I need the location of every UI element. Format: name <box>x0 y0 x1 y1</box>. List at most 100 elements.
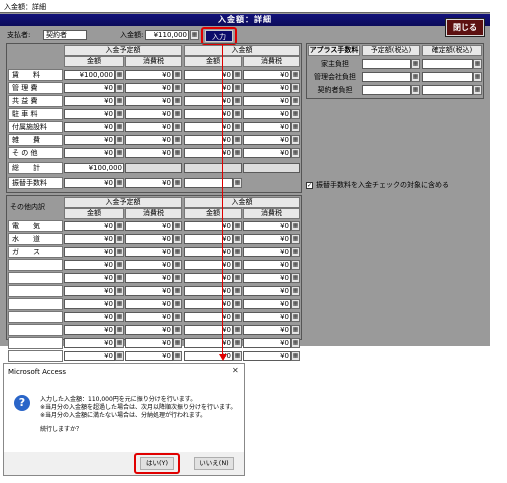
calculator-icon[interactable]: ▦ <box>291 70 300 80</box>
value-field[interactable]: ¥0 <box>125 286 173 296</box>
value-field[interactable]: ¥0 <box>64 83 115 93</box>
calculator-icon[interactable]: ▦ <box>291 286 300 296</box>
calculator-icon[interactable]: ▦ <box>115 70 124 80</box>
value-field[interactable]: ¥0 <box>125 96 173 106</box>
value-field[interactable]: ¥0 <box>64 122 115 132</box>
transfer-fee-tax[interactable]: ¥0 <box>125 178 173 188</box>
value-field[interactable]: ¥0 <box>125 70 173 80</box>
calculator-icon[interactable]: ▦ <box>115 221 124 231</box>
value-field[interactable]: ¥0 <box>184 260 233 270</box>
value-field[interactable]: ¥0 <box>125 299 173 309</box>
calculator-icon[interactable]: ▦ <box>115 109 124 119</box>
calculator-icon[interactable]: ▦ <box>473 72 482 82</box>
calculator-icon[interactable]: ▦ <box>115 135 124 145</box>
value-field[interactable]: ¥0 <box>184 247 233 257</box>
calculator-icon[interactable]: ▦ <box>115 122 124 132</box>
no-button[interactable]: いいえ(N) <box>194 457 234 470</box>
calculator-icon[interactable]: ▦ <box>473 59 482 69</box>
calculator-icon[interactable]: ▦ <box>190 30 199 40</box>
value-field[interactable]: ¥0 <box>125 325 173 335</box>
calculator-icon[interactable]: ▦ <box>173 299 182 309</box>
calculator-icon[interactable]: ▦ <box>115 178 124 188</box>
value-field[interactable]: ¥0 <box>64 135 115 145</box>
value-field[interactable]: ¥0 <box>243 299 291 309</box>
calculator-icon[interactable]: ▦ <box>173 109 182 119</box>
calculator-icon[interactable]: ▦ <box>173 221 182 231</box>
value-field[interactable]: ¥0 <box>125 135 173 145</box>
calculator-icon[interactable]: ▦ <box>173 178 182 188</box>
value-field[interactable]: ¥0 <box>243 260 291 270</box>
calculator-icon[interactable]: ▦ <box>115 260 124 270</box>
value-field[interactable]: ¥0 <box>125 221 173 231</box>
value-field[interactable]: ¥0 <box>243 148 291 158</box>
value-field[interactable]: ¥0 <box>64 312 115 322</box>
value-field[interactable]: ¥0 <box>243 109 291 119</box>
value-field[interactable]: ¥0 <box>125 247 173 257</box>
value-field[interactable]: ¥0 <box>243 70 291 80</box>
value-field[interactable]: ¥0 <box>64 221 115 231</box>
value-field[interactable]: ¥0 <box>243 221 291 231</box>
calculator-icon[interactable]: ▦ <box>291 338 300 348</box>
calculator-icon[interactable]: ▦ <box>291 83 300 93</box>
value-field[interactable]: ¥0 <box>243 247 291 257</box>
payer-field[interactable]: 契約者 <box>43 30 87 40</box>
value-field[interactable]: ¥100,000 <box>64 70 115 80</box>
calculator-icon[interactable]: ▦ <box>291 234 300 244</box>
calculator-icon[interactable]: ▦ <box>291 96 300 106</box>
value-field[interactable]: ¥0 <box>184 148 233 158</box>
value-field[interactable]: ¥0 <box>184 273 233 283</box>
calculator-icon[interactable]: ▦ <box>115 234 124 244</box>
calculator-icon[interactable]: ▦ <box>173 325 182 335</box>
calculator-icon[interactable]: ▦ <box>473 85 482 95</box>
calculator-icon[interactable]: ▦ <box>233 286 242 296</box>
calculator-icon[interactable]: ▦ <box>233 234 242 244</box>
calculator-icon[interactable]: ▦ <box>233 338 242 348</box>
calculator-icon[interactable]: ▦ <box>411 85 420 95</box>
value-field[interactable]: ¥0 <box>184 135 233 145</box>
calculator-icon[interactable]: ▦ <box>173 96 182 106</box>
calculator-icon[interactable]: ▦ <box>173 312 182 322</box>
calculator-icon[interactable]: ▦ <box>291 260 300 270</box>
value-field[interactable]: ¥0 <box>125 234 173 244</box>
calculator-icon[interactable]: ▦ <box>233 221 242 231</box>
value-field[interactable]: ¥0 <box>184 234 233 244</box>
value-field[interactable]: ¥0 <box>125 148 173 158</box>
value-field[interactable]: ¥0 <box>64 286 115 296</box>
calculator-icon[interactable]: ▦ <box>115 247 124 257</box>
calculator-icon[interactable]: ▦ <box>115 338 124 348</box>
calculator-icon[interactable]: ▦ <box>173 122 182 132</box>
calculator-icon[interactable]: ▦ <box>233 122 242 132</box>
calculator-icon[interactable]: ▦ <box>173 234 182 244</box>
calculator-icon[interactable]: ▦ <box>173 273 182 283</box>
calculator-icon[interactable]: ▦ <box>291 325 300 335</box>
calculator-icon[interactable]: ▦ <box>411 72 420 82</box>
calculator-icon[interactable]: ▦ <box>233 351 242 361</box>
value-field[interactable]: ¥0 <box>125 351 173 361</box>
value-field[interactable]: ¥0 <box>125 122 173 132</box>
value-field[interactable]: ¥0 <box>125 109 173 119</box>
calculator-icon[interactable]: ▦ <box>233 325 242 335</box>
value-field[interactable]: ¥0 <box>64 148 115 158</box>
value-field[interactable]: ¥0 <box>184 325 233 335</box>
value-field[interactable]: ¥0 <box>125 260 173 270</box>
calculator-icon[interactable]: ▦ <box>115 148 124 158</box>
calculator-icon[interactable]: ▦ <box>291 299 300 309</box>
value-field[interactable]: ¥0 <box>64 260 115 270</box>
value-field[interactable]: ¥0 <box>243 135 291 145</box>
value-field[interactable]: ¥0 <box>125 312 173 322</box>
value-field[interactable]: ¥0 <box>64 299 115 309</box>
value-field[interactable]: ¥0 <box>243 83 291 93</box>
fee-confirmed-field[interactable] <box>422 59 473 69</box>
fee-confirmed-field[interactable] <box>422 72 473 82</box>
calculator-icon[interactable]: ▦ <box>291 247 300 257</box>
value-field[interactable]: ¥0 <box>64 109 115 119</box>
value-field[interactable]: ¥0 <box>243 122 291 132</box>
calculator-icon[interactable]: ▦ <box>233 299 242 309</box>
calculator-icon[interactable]: ▦ <box>233 273 242 283</box>
calculator-icon[interactable]: ▦ <box>233 247 242 257</box>
calculator-icon[interactable]: ▦ <box>173 286 182 296</box>
calculator-icon[interactable]: ▦ <box>233 135 242 145</box>
value-field[interactable]: ¥0 <box>125 83 173 93</box>
calculator-icon[interactable]: ▦ <box>173 247 182 257</box>
value-field[interactable]: ¥0 <box>184 122 233 132</box>
